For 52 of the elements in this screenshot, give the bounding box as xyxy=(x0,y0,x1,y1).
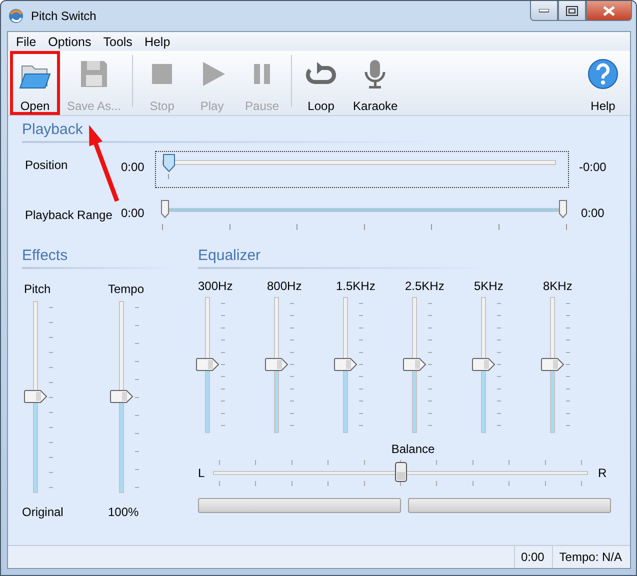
time-value: 0:00 xyxy=(581,205,604,220)
range-handle[interactable] xyxy=(559,200,567,218)
help-button[interactable]: Help xyxy=(578,51,628,115)
position-slider[interactable] xyxy=(155,151,569,188)
slider-value: 100% xyxy=(108,505,139,519)
slider-thumb[interactable] xyxy=(265,358,289,371)
slider-thumb[interactable] xyxy=(541,358,565,371)
time-value: 0:00 xyxy=(121,205,143,220)
status-text: 0:00 xyxy=(514,546,552,568)
slider-thumb[interactable] xyxy=(394,462,406,482)
help-icon xyxy=(587,58,619,90)
slider-label: Tempo xyxy=(108,282,144,298)
app-icon xyxy=(8,8,24,24)
time-value: 0:00 xyxy=(121,159,143,174)
band-label: 1.5KHz xyxy=(336,279,376,294)
window-title: Pitch Switch xyxy=(31,9,96,23)
slider-thumb[interactable] xyxy=(472,358,496,371)
range-handle[interactable] xyxy=(161,200,169,218)
slider-label: Balance xyxy=(391,442,435,456)
slider-thumb[interactable] xyxy=(403,358,427,371)
loop-button[interactable]: Loop xyxy=(296,51,346,115)
slider-label: Pitch xyxy=(23,282,51,298)
channel-label: R xyxy=(598,466,608,480)
slider-thumb[interactable] xyxy=(334,358,358,371)
band-label: 8KHz xyxy=(543,279,572,294)
time-value: -0:00 xyxy=(579,159,606,174)
band-label: 2.5KHz xyxy=(405,279,444,294)
band-label: 5KHz xyxy=(474,279,504,294)
menu-item[interactable]: Tools xyxy=(97,34,138,48)
slider-label: Playback Range xyxy=(24,207,114,222)
slider-thumb[interactable] xyxy=(163,154,175,172)
status-text: Tempo: N/A xyxy=(552,546,630,568)
maximize-icon xyxy=(566,6,578,16)
open-button[interactable]: Open xyxy=(10,51,60,115)
slider-label: Position xyxy=(24,157,69,172)
maximize-button[interactable] xyxy=(558,1,586,21)
band-label: 800Hz xyxy=(267,279,302,294)
slider-thumb[interactable] xyxy=(110,390,134,403)
tick-mark xyxy=(168,174,169,179)
menu-item[interactable]: Help xyxy=(138,34,176,48)
minimize-icon xyxy=(539,8,549,12)
karaoke-button[interactable]: Karaoke xyxy=(346,51,405,115)
close-button[interactable] xyxy=(586,1,632,21)
menu-item[interactable]: File xyxy=(10,34,42,48)
slider-thumb[interactable] xyxy=(196,358,220,371)
close-icon xyxy=(603,6,615,16)
slider-value: Original xyxy=(22,505,64,519)
slider-thumb[interactable] xyxy=(24,390,48,403)
channel-label: L xyxy=(198,466,206,480)
band-label: 300Hz xyxy=(198,279,233,294)
menu-item[interactable]: Options xyxy=(42,34,98,48)
minimize-button[interactable] xyxy=(530,1,558,21)
